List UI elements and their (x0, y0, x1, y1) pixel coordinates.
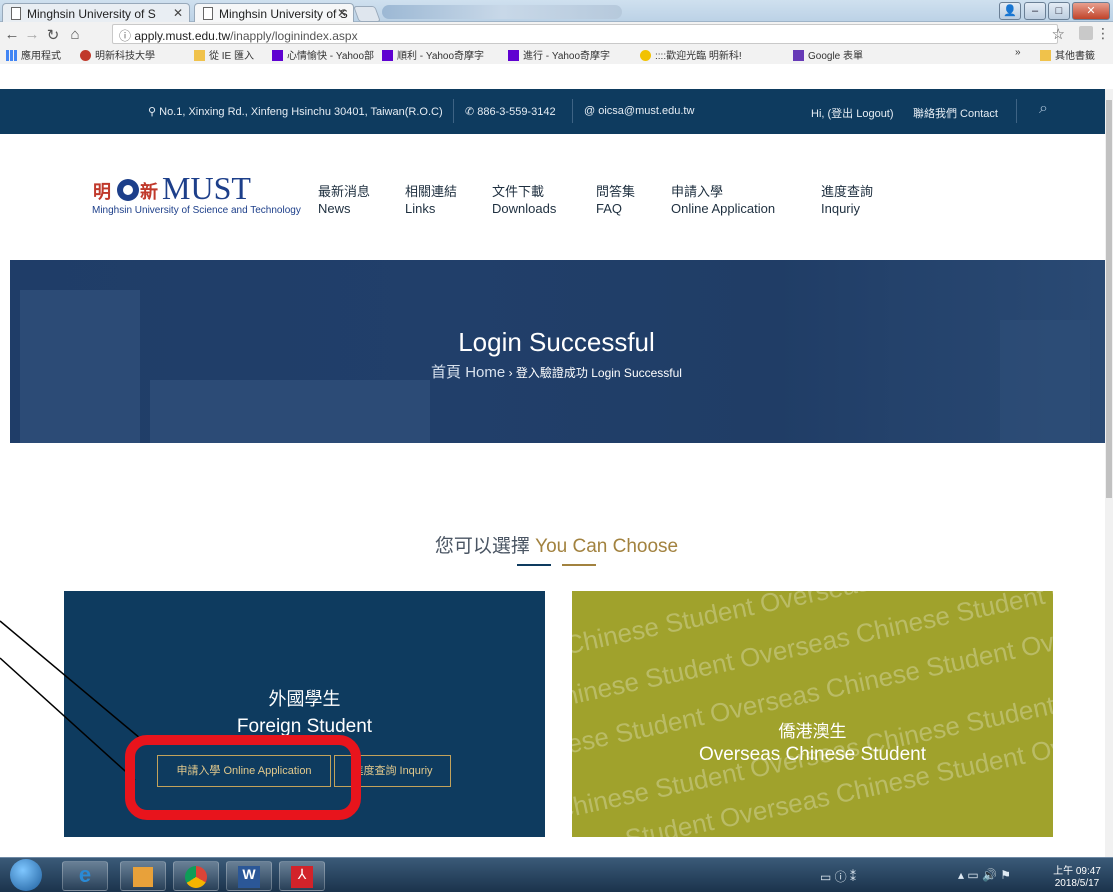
tray-icons-left[interactable]: ▭ ⓘ ⁑ (820, 868, 856, 885)
clock-date: 2018/5/17 (1054, 878, 1100, 889)
chrome-icon[interactable] (173, 861, 219, 891)
windows-taskbar: e W ⅄ ▭ ⓘ ⁑ ▴ ▭ 🔊 ⚑ (0, 857, 1113, 892)
word-icon[interactable]: W (226, 861, 272, 891)
screenshot-root: Minghsin University of S ✕ Minghsin Univ… (0, 0, 1113, 892)
ie-icon[interactable]: e (62, 861, 108, 891)
annotation-highlight-box (125, 735, 361, 820)
outlook-icon[interactable] (120, 861, 166, 891)
start-button[interactable] (10, 859, 42, 891)
taskbar-clock[interactable]: 上午 09:47 2018/5/17 (1044, 866, 1110, 890)
tray-icons-right[interactable]: ▴ ▭ 🔊 ⚑ (958, 868, 1011, 882)
scrollbar-thumb[interactable] (1106, 100, 1112, 498)
clock-time: 上午 09:47 (1053, 866, 1101, 877)
acrobat-icon[interactable]: ⅄ (279, 861, 325, 891)
